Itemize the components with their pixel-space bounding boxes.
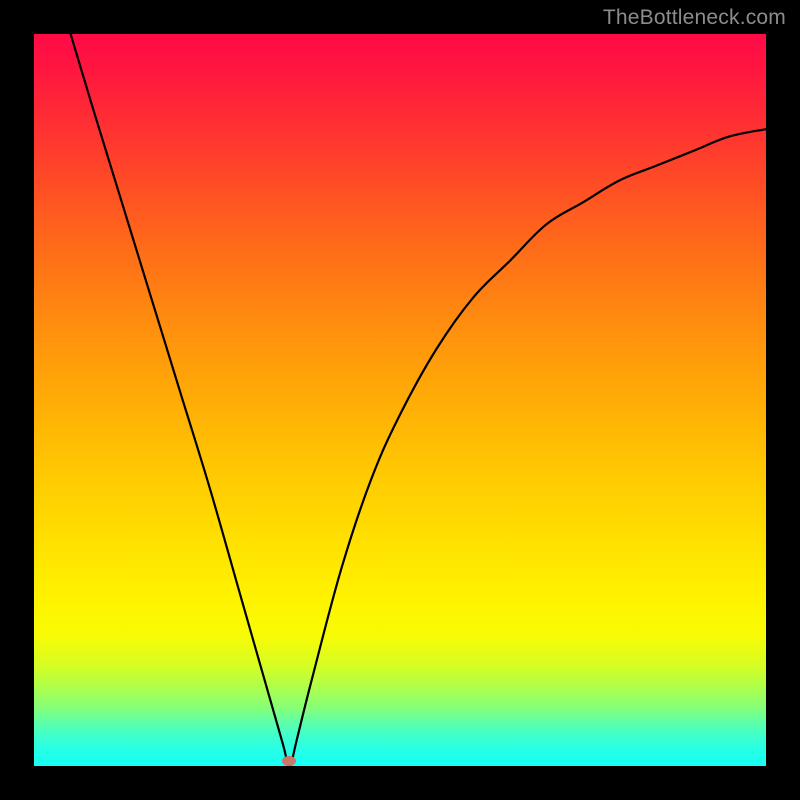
chart-frame: TheBottleneck.com <box>0 0 800 800</box>
minimum-marker <box>282 756 296 766</box>
curve-svg <box>34 34 766 766</box>
bottleneck-curve <box>71 34 766 767</box>
watermark-text: TheBottleneck.com <box>603 6 786 30</box>
plot-area <box>34 34 766 766</box>
